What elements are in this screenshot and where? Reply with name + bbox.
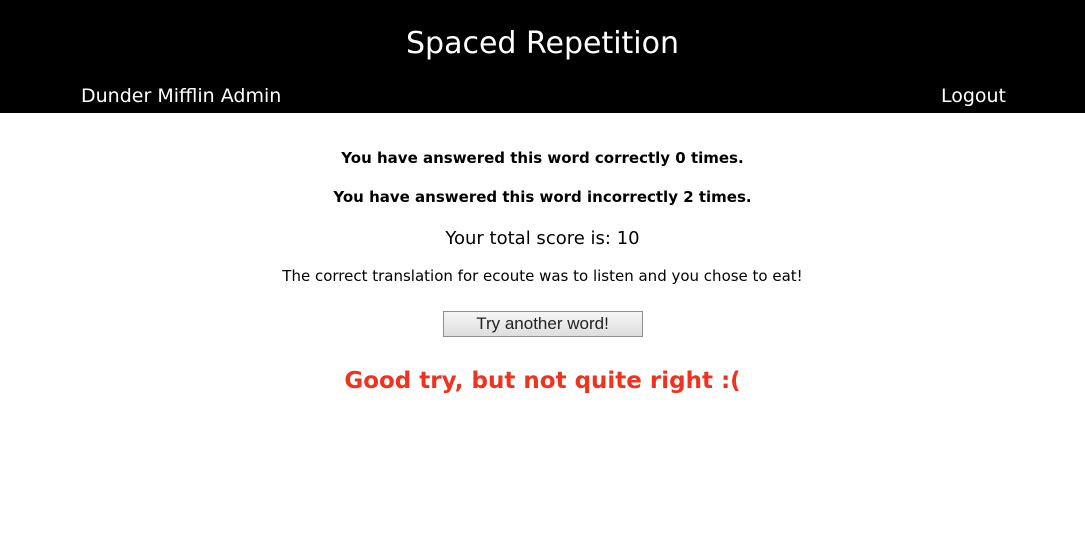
logout-link[interactable]: Logout <box>941 82 1006 110</box>
correct-count-text: You have answered this word correctly 0 … <box>341 149 744 167</box>
total-score-text: Your total score is: 10 <box>445 228 640 249</box>
app-title: Spaced Repetition <box>405 26 680 61</box>
incorrect-count-text: You have answered this word incorrectly … <box>333 188 752 206</box>
try-another-word-button[interactable]: Try another word! <box>442 311 643 337</box>
user-name: Dunder Mifflin Admin <box>81 85 282 107</box>
translation-feedback-text: The correct translation for ecoute was t… <box>282 267 803 285</box>
app-header: Spaced Repetition Dunder Mifflin Admin L… <box>0 0 1085 113</box>
result-message: Good try, but not quite right :( <box>344 368 741 394</box>
button-row: Try another word! <box>0 311 1085 337</box>
feedback-panel: You have answered this word correctly 0 … <box>0 113 1085 553</box>
